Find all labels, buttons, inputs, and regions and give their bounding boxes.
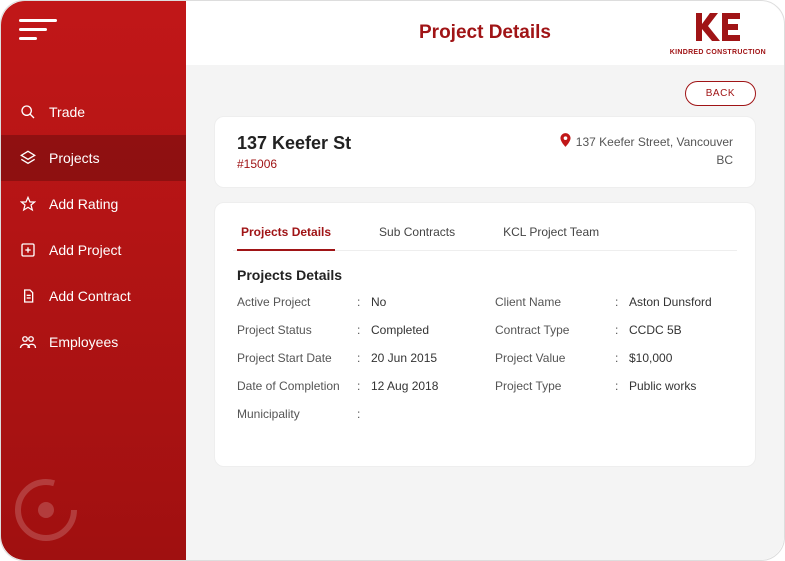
topbar: Project Details KINDRED CONSTRUCTION: [186, 1, 784, 65]
detail-row: Municipality:: [237, 407, 475, 421]
project-details-card: Projects Details Sub Contracts KCL Proje…: [214, 202, 756, 467]
sidebar-item-label: Add Project: [49, 242, 121, 258]
page-title: Project Details: [419, 22, 551, 44]
content: BACK 137 Keefer St #15006 137 Keefer Str…: [186, 65, 784, 560]
tab-sub-contracts[interactable]: Sub Contracts: [375, 215, 459, 251]
detail-row: Project Value:$10,000: [495, 351, 733, 365]
detail-label: Project Status: [237, 323, 357, 337]
sidebar-item-add-project[interactable]: Add Project: [1, 227, 186, 273]
detail-value: $10,000: [629, 351, 672, 365]
detail-row: Project Start Date:20 Jun 2015: [237, 351, 475, 365]
detail-value: No: [371, 295, 386, 309]
project-name: 137 Keefer St: [237, 133, 351, 154]
search-icon: [19, 103, 37, 121]
nav: Trade Projects Add Rating Add Project: [1, 89, 186, 365]
sidebar-item-label: Projects: [49, 150, 100, 166]
detail-label: Project Value: [495, 351, 615, 365]
sidebar-item-label: Employees: [49, 334, 118, 350]
people-icon: [19, 333, 37, 351]
tab-projects-details[interactable]: Projects Details: [237, 215, 335, 251]
detail-row: Contract Type:CCDC 5B: [495, 323, 733, 337]
address-line1: 137 Keefer Street, Vancouver: [576, 135, 733, 149]
section-title: Projects Details: [237, 267, 733, 283]
tabs: Projects Details Sub Contracts KCL Proje…: [233, 215, 737, 251]
hamburger-icon: [19, 19, 57, 41]
logo-icon: [694, 11, 742, 43]
watermark-logo: [11, 475, 81, 550]
logo-caption: KINDRED CONSTRUCTION: [670, 49, 766, 56]
detail-label: Client Name: [495, 295, 615, 309]
sidebar-item-add-rating[interactable]: Add Rating: [1, 181, 186, 227]
address-line2: BC: [560, 153, 733, 167]
detail-label: Municipality: [237, 407, 357, 421]
sidebar-item-projects[interactable]: Projects: [1, 135, 186, 181]
project-id: #15006: [237, 157, 351, 171]
detail-row: Active Project:No: [237, 295, 475, 309]
sidebar: Trade Projects Add Rating Add Project: [1, 1, 186, 560]
detail-label: Project Type: [495, 379, 615, 393]
sidebar-item-employees[interactable]: Employees: [1, 319, 186, 365]
detail-value: CCDC 5B: [629, 323, 682, 337]
sidebar-item-label: Add Rating: [49, 196, 118, 212]
project-address: 137 Keefer Street, Vancouver BC: [560, 133, 733, 167]
hamburger-menu-button[interactable]: [19, 19, 186, 41]
tab-kcl-project-team[interactable]: KCL Project Team: [499, 215, 603, 251]
document-icon: [19, 287, 37, 305]
project-header-card: 137 Keefer St #15006 137 Keefer Street, …: [214, 116, 756, 188]
detail-label: Date of Completion: [237, 379, 357, 393]
detail-value: 12 Aug 2018: [371, 379, 438, 393]
detail-label: Active Project: [237, 295, 357, 309]
detail-row: Project Status:Completed: [237, 323, 475, 337]
detail-label: Contract Type: [495, 323, 615, 337]
plus-square-icon: [19, 241, 37, 259]
location-pin-icon: [560, 133, 571, 150]
detail-value: Aston Dunsford: [629, 295, 712, 309]
detail-label: Project Start Date: [237, 351, 357, 365]
main: Project Details KINDRED CONSTRUCTION BAC…: [186, 1, 784, 560]
sidebar-item-label: Add Contract: [49, 288, 131, 304]
detail-row: Client Name:Aston Dunsford: [495, 295, 733, 309]
back-button[interactable]: BACK: [685, 81, 756, 106]
sidebar-item-label: Trade: [49, 104, 85, 120]
star-plus-icon: [19, 195, 37, 213]
brand-logo: KINDRED CONSTRUCTION: [670, 11, 766, 56]
detail-row: Date of Completion:12 Aug 2018: [237, 379, 475, 393]
layers-icon: [19, 149, 37, 167]
detail-value: Completed: [371, 323, 429, 337]
detail-value: 20 Jun 2015: [371, 351, 437, 365]
details-grid: Active Project:No Client Name:Aston Duns…: [237, 295, 733, 421]
detail-value: Public works: [629, 379, 696, 393]
sidebar-item-trade[interactable]: Trade: [1, 89, 186, 135]
sidebar-item-add-contract[interactable]: Add Contract: [1, 273, 186, 319]
detail-row: Project Type:Public works: [495, 379, 733, 393]
